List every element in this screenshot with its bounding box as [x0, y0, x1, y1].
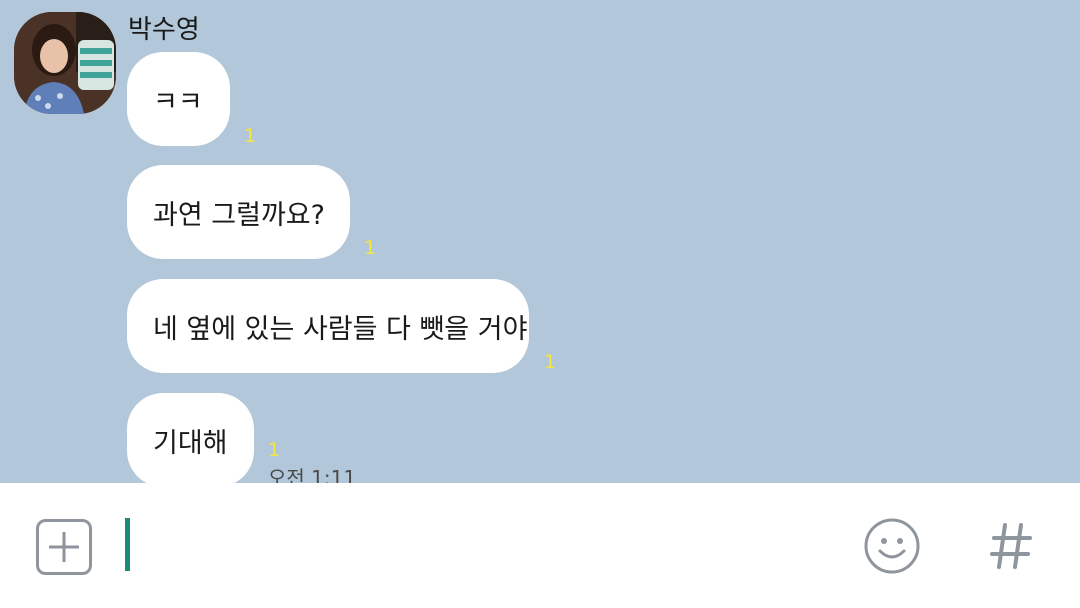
unread-count: 1 — [268, 439, 281, 461]
chat-area[interactable]: 박수영 ㅋㅋ 1 과연 그럴까요? 1 네 옆에 있는 사람들 다 뺏을 거야 … — [0, 0, 1080, 483]
message-bubble[interactable]: ㅋㅋ — [127, 52, 230, 146]
avatar[interactable] — [14, 12, 116, 114]
unread-count: 1 — [364, 237, 377, 259]
message-text: ㅋㅋ — [153, 86, 203, 118]
message-text: 기대해 — [153, 427, 228, 459]
message-bubble[interactable]: 과연 그럴까요? — [127, 165, 350, 259]
plus-square-icon — [36, 519, 92, 575]
message-bubble[interactable]: 네 옆에 있는 사람들 다 뺏을 거야 — [127, 279, 529, 373]
message-text: 과연 그럴까요? — [153, 199, 325, 231]
add-attachment-button[interactable] — [36, 519, 92, 575]
message-input[interactable] — [140, 513, 844, 579]
hashtag-search-button[interactable] — [988, 517, 1034, 575]
unread-count: 1 — [544, 351, 557, 373]
emoji-button[interactable] — [863, 517, 921, 575]
message-time: 오전 1:11 — [268, 466, 357, 483]
smiley-icon — [864, 518, 920, 574]
unread-count: 1 — [244, 125, 257, 147]
input-bar — [0, 483, 1080, 608]
message-bubble[interactable]: 기대해 — [127, 393, 254, 483]
message-text: 네 옆에 있는 사람들 다 뺏을 거야 — [153, 313, 528, 345]
sender-name: 박수영 — [128, 15, 200, 45]
text-cursor — [125, 518, 130, 571]
hash-icon — [990, 523, 1032, 569]
